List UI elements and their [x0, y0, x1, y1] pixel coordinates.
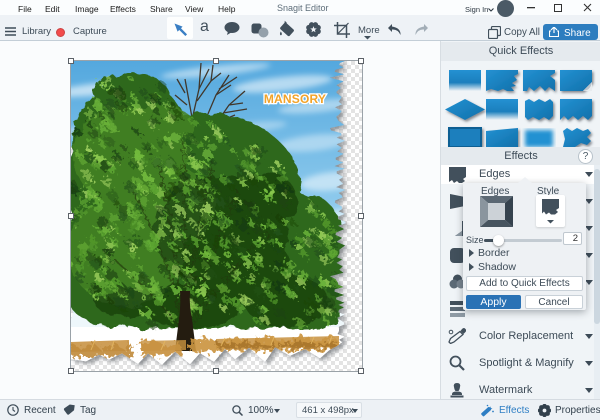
- svg-text:MANSORY: MANSORY: [264, 92, 326, 106]
